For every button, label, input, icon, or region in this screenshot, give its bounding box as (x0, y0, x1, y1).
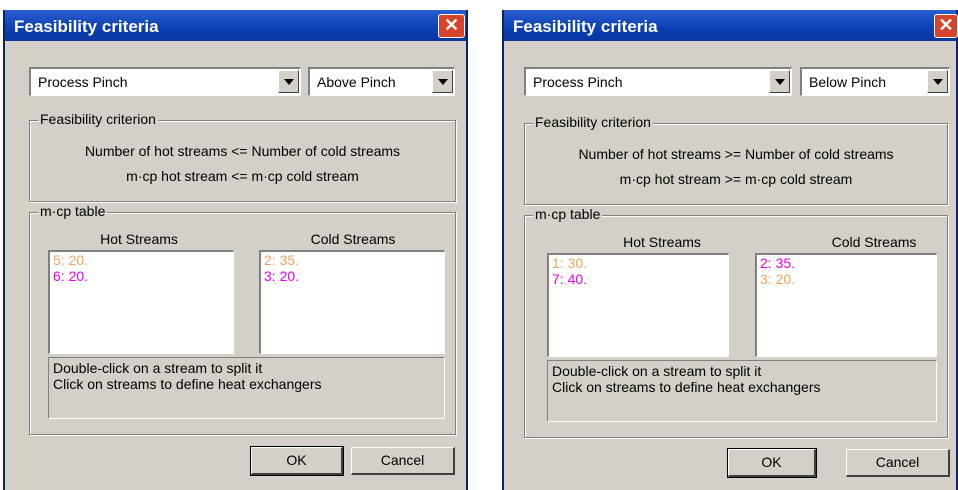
mode-select-value: Process Pinch (38, 74, 128, 90)
hot-streams-header: Hot Streams (623, 234, 701, 250)
close-button[interactable]: ✕ (438, 14, 465, 38)
ok-button-label: OK (286, 452, 307, 468)
region-select[interactable]: Above Pinch (308, 67, 455, 96)
region-select-value: Above Pinch (317, 74, 396, 90)
feasibility-dialog-above-pinch: Feasibility criteria ✕ Process Pinch Abo… (3, 10, 468, 490)
cancel-button[interactable]: Cancel (846, 449, 950, 477)
ok-button[interactable]: OK (727, 448, 817, 478)
title-bar[interactable]: Feasibility criteria ✕ (504, 10, 958, 41)
hot-streams-header: Hot Streams (100, 231, 178, 247)
cancel-button[interactable]: Cancel (351, 447, 455, 475)
help-line-1: Double-click on a stream to split it (53, 360, 263, 376)
criterion-line-1: Number of hot streams >= Number of cold … (578, 146, 894, 162)
ok-button-label: OK (761, 454, 782, 470)
list-item[interactable]: 3: 20. (261, 268, 444, 284)
list-item[interactable]: 7: 40. (549, 271, 728, 287)
chevron-down-icon[interactable] (432, 70, 453, 93)
cancel-button-label: Cancel (380, 452, 425, 468)
cold-streams-header: Cold Streams (831, 234, 917, 250)
close-icon: ✕ (443, 15, 460, 35)
region-select[interactable]: Below Pinch (800, 67, 950, 96)
cold-streams-header: Cold Streams (310, 231, 396, 247)
dialog-title: Feasibility criteria (14, 17, 159, 36)
criterion-line-2: m·cp hot stream >= m·cp cold stream (619, 171, 853, 187)
cold-streams-list[interactable]: 2: 35. 3: 20. (259, 250, 445, 354)
dialog-title: Feasibility criteria (513, 17, 658, 36)
mode-select[interactable]: Process Pinch (29, 67, 301, 96)
feasibility-criterion-group: Feasibility criterion Number of hot stre… (29, 111, 456, 202)
mode-select-value: Process Pinch (533, 74, 623, 90)
group-label: m·cp table (38, 203, 108, 219)
list-item[interactable]: 3: 20. (757, 271, 936, 287)
chevron-down-icon[interactable] (769, 70, 790, 93)
cold-streams-list[interactable]: 2: 35. 3: 20. (755, 253, 937, 357)
mcp-table-group: m·cp table Hot Streams Cold Streams 5: 2… (29, 203, 456, 435)
group-label: Feasibility criterion (38, 111, 158, 127)
group-label: m·cp table (533, 206, 603, 222)
help-line-1: Double-click on a stream to split it (552, 363, 762, 379)
cancel-button-label: Cancel (875, 454, 920, 470)
list-item[interactable]: 6: 20. (50, 268, 233, 284)
group-label: Feasibility criterion (533, 114, 653, 130)
hot-streams-list[interactable]: 1: 30. 7: 40. (547, 253, 729, 357)
criterion-line-1: Number of hot streams <= Number of cold … (84, 143, 401, 159)
help-text-box: Double-click on a stream to split it Cli… (48, 357, 445, 419)
feasibility-criterion-group: Feasibility criterion Number of hot stre… (524, 114, 948, 205)
criterion-line-2: m·cp hot stream <= m·cp cold stream (126, 168, 359, 184)
hot-streams-list[interactable]: 5: 20. 6: 20. (48, 250, 234, 354)
list-item[interactable]: 2: 35. (757, 255, 936, 271)
mode-select[interactable]: Process Pinch (524, 67, 792, 96)
list-item[interactable]: 2: 35. (261, 252, 444, 268)
ok-button[interactable]: OK (250, 446, 344, 476)
region-select-value: Below Pinch (809, 74, 887, 90)
feasibility-dialog-below-pinch: Feasibility criteria ✕ Process Pinch Bel… (502, 10, 958, 490)
help-text-box: Double-click on a stream to split it Cli… (547, 360, 937, 422)
list-item[interactable]: 1: 30. (549, 255, 728, 271)
mcp-table-group: m·cp table Hot Streams Cold Streams 1: 3… (524, 206, 948, 438)
help-line-2: Click on streams to define heat exchange… (552, 379, 821, 395)
chevron-down-icon[interactable] (927, 70, 948, 93)
help-line-2: Click on streams to define heat exchange… (53, 376, 322, 392)
close-button[interactable]: ✕ (934, 14, 958, 38)
title-bar[interactable]: Feasibility criteria ✕ (5, 10, 466, 41)
list-item[interactable]: 5: 20. (50, 252, 233, 268)
close-icon: ✕ (938, 15, 954, 35)
chevron-down-icon[interactable] (278, 70, 299, 93)
